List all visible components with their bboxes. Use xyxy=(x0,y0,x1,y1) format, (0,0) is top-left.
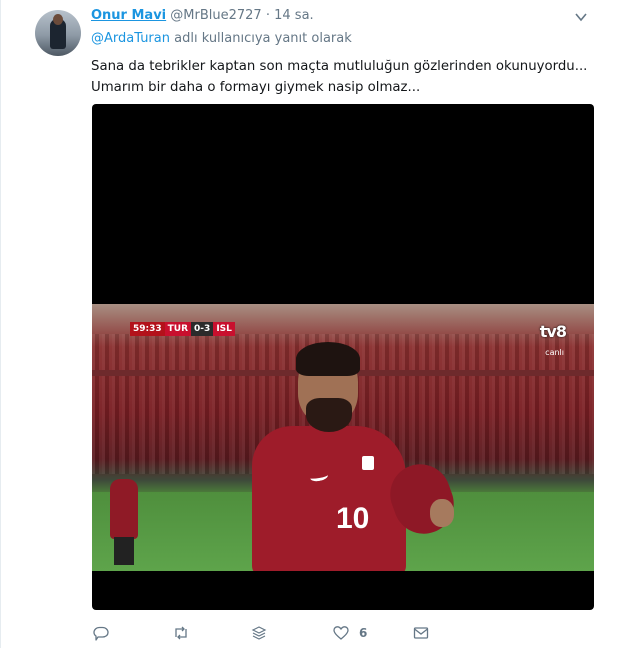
reply-context-label: adlı kullanıcıya yanıt olarak xyxy=(169,31,352,46)
tweet-actions: 6 xyxy=(91,624,491,644)
player-hair xyxy=(296,342,360,376)
away-team: ISL xyxy=(213,322,235,336)
author-handle[interactable]: @MrBlue2727 xyxy=(170,8,261,23)
tweet-text-line: Sana da tebrikler kaptan son maçta mutlu… xyxy=(91,59,588,74)
author-name[interactable]: Onur Mavi xyxy=(91,8,166,23)
home-team: TUR xyxy=(164,322,192,336)
player-beard xyxy=(306,398,352,432)
reply-context: @ArdaTuran adlı kullanıcıya yanıt olarak xyxy=(91,31,352,46)
chevron-down-icon[interactable] xyxy=(574,10,588,24)
tweet-text: Sana da tebrikler kaptan son maçta mutlu… xyxy=(91,56,596,98)
retweet-icon xyxy=(175,626,187,640)
tweet-text-line: Umarım bir daha o formayı giymek nasip o… xyxy=(91,80,421,95)
video-player[interactable]: 59:33 TUR 0-3 ISL tv8 canlı 10 xyxy=(92,104,594,610)
reply-mention-link[interactable]: @ArdaTuran xyxy=(91,31,170,46)
tweet-timestamp[interactable]: 14 sa. xyxy=(274,8,314,23)
jersey-number: 10 xyxy=(336,502,370,535)
video-frame: 59:33 TUR 0-3 ISL tv8 canlı 10 xyxy=(92,304,594,571)
direct-message-button[interactable] xyxy=(413,624,429,642)
separator-dot: · xyxy=(265,8,270,23)
channel-logo: tv8 xyxy=(539,322,567,341)
player-jersey xyxy=(252,426,406,571)
tweet: Onur Mavi @MrBlue2727 · 14 sa. @ArdaTura… xyxy=(0,0,627,648)
stack-button[interactable] xyxy=(251,624,267,642)
stack-icon xyxy=(251,626,267,640)
reply-button[interactable] xyxy=(93,624,109,642)
like-count: 6 xyxy=(359,626,368,640)
score: 0-3 xyxy=(191,322,214,336)
envelope-icon xyxy=(413,627,429,639)
avatar-head xyxy=(53,14,63,25)
retweet-button[interactable] xyxy=(173,624,189,642)
background-player-legs xyxy=(114,537,134,565)
background-player xyxy=(110,479,138,539)
tweet-header: Onur Mavi @MrBlue2727 · 14 sa. xyxy=(91,8,314,23)
live-label: canlı xyxy=(545,348,564,357)
avatar[interactable] xyxy=(35,10,81,56)
match-clock: 59:33 xyxy=(130,322,165,336)
like-button[interactable]: 6 xyxy=(333,624,367,642)
player-hand xyxy=(430,499,454,527)
scoreboard: 59:33 TUR 0-3 ISL xyxy=(130,322,235,336)
jersey-crest xyxy=(362,456,374,470)
heart-icon xyxy=(333,626,349,640)
reply-icon xyxy=(93,626,109,641)
